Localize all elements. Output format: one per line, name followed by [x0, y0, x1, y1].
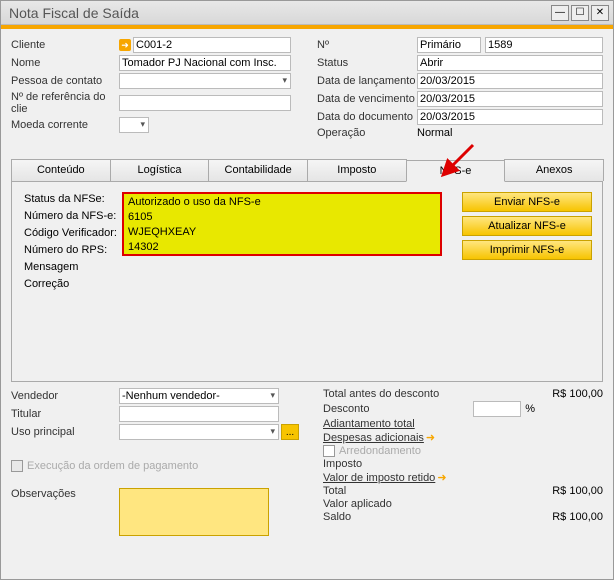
exec-label: Execução da ordem de pagamento	[27, 460, 198, 472]
lanc-field[interactable]: 20/03/2015	[417, 73, 603, 89]
refcli-field[interactable]	[119, 95, 291, 111]
contato-field[interactable]	[119, 73, 291, 89]
contato-label: Pessoa de contato	[11, 75, 119, 87]
titular-label: Titular	[11, 408, 119, 420]
num-type-field[interactable]: Primário	[417, 37, 481, 53]
tab-anexos[interactable]: Anexos	[504, 159, 604, 181]
nfse-panel: Status da NFSe: Número da NFS-e: Código …	[11, 182, 603, 382]
nfse-correcao-label: Correção	[22, 277, 122, 294]
desconto-label: Desconto	[323, 403, 469, 415]
tab-nfse[interactable]: NFS-e	[406, 160, 506, 182]
uso-ellipsis-button[interactable]: ...	[281, 424, 299, 440]
nfse-status-value: Autorizado o uso da NFS-e	[124, 194, 440, 209]
titlebar: Nota Fiscal de Saída — ☐ ✕	[1, 1, 613, 25]
venc-label: Data de vencimento	[317, 93, 417, 105]
arred-label: Arredondamento	[339, 445, 421, 457]
tab-contabilidade[interactable]: Contabilidade	[208, 159, 308, 181]
adiantamento-link[interactable]: Adiantamento total	[323, 418, 535, 430]
titular-field[interactable]	[119, 406, 279, 422]
lanc-label: Data de lançamento	[317, 75, 417, 87]
total-antes-label: Total antes do desconto	[323, 388, 535, 400]
nfse-labels: Status da NFSe: Número da NFS-e: Código …	[22, 192, 122, 294]
arrow-icon: ➜	[437, 471, 446, 484]
vendedor-field[interactable]: -Nenhum vendedor-	[119, 388, 279, 404]
pct-label: %	[525, 403, 535, 415]
vendedor-label: Vendedor	[11, 390, 119, 402]
imprimir-nfse-button[interactable]: Imprimir NFS-e	[462, 240, 592, 260]
tab-logistica[interactable]: Logística	[110, 159, 210, 181]
link-icon[interactable]: ➜	[119, 39, 131, 51]
num-label: Nº	[317, 39, 417, 51]
window: Nota Fiscal de Saída — ☐ ✕ Cliente➜C001-…	[0, 0, 614, 580]
num-field[interactable]: 1589	[485, 37, 603, 53]
cliente-field[interactable]: C001-2	[133, 37, 291, 53]
doc-field[interactable]: 20/03/2015	[417, 109, 603, 125]
venc-field[interactable]: 20/03/2015	[417, 91, 603, 107]
nfse-codver-label: Código Verificador:	[22, 226, 122, 243]
maximize-button[interactable]: ☐	[571, 5, 589, 21]
oper-value: Normal	[417, 127, 452, 139]
despesas-link[interactable]: Despesas adicionais➜	[323, 431, 535, 444]
total-label: Total	[323, 485, 535, 497]
atualizar-nfse-button[interactable]: Atualizar NFS-e	[462, 216, 592, 236]
arred-checkbox[interactable]	[323, 445, 335, 457]
close-button[interactable]: ✕	[591, 5, 609, 21]
cliente-label: Cliente	[11, 39, 119, 51]
moeda-label: Moeda corrente	[11, 119, 119, 131]
exec-checkbox	[11, 460, 23, 472]
window-title: Nota Fiscal de Saída	[5, 5, 549, 21]
nome-label: Nome	[11, 57, 119, 69]
saldo-value: R$ 100,00	[535, 511, 603, 523]
desconto-field[interactable]	[473, 401, 521, 417]
doc-label: Data do documento	[317, 111, 417, 123]
uso-label: Uso principal	[11, 426, 119, 438]
arrow-icon: ➜	[426, 431, 435, 444]
tab-conteudo[interactable]: Conteúdo	[11, 159, 111, 181]
aplicado-label: Valor aplicado	[323, 498, 535, 510]
moeda-field[interactable]	[119, 117, 149, 133]
obs-label: Observações	[11, 488, 119, 500]
header-right: NºPrimário1589 StatusAbrir Data de lança…	[317, 37, 603, 141]
uso-field[interactable]	[119, 424, 279, 440]
nfse-numero-label: Número da NFS-e:	[22, 209, 122, 226]
nfse-highlight-box: Autorizado o uso da NFS-e 6105 WJEQHXEAY…	[122, 192, 442, 256]
oper-label: Operação	[317, 127, 417, 139]
nome-field[interactable]: Tomador PJ Nacional com Insc.	[119, 55, 291, 71]
nfse-status-label: Status da NFSe:	[22, 192, 122, 209]
status-label: Status	[317, 57, 417, 69]
tab-imposto[interactable]: Imposto	[307, 159, 407, 181]
nfse-rps-value: 14302	[124, 239, 440, 254]
nfse-numero-value: 6105	[124, 209, 440, 224]
tabs: Conteúdo Logística Contabilidade Imposto…	[11, 159, 603, 182]
refcli-label: Nº de referência do clie	[11, 91, 119, 115]
enviar-nfse-button[interactable]: Enviar NFS-e	[462, 192, 592, 212]
status-field: Abrir	[417, 55, 603, 71]
header-left: Cliente➜C001-2 NomeTomador PJ Nacional c…	[11, 37, 297, 141]
total-antes-value: R$ 100,00	[535, 388, 603, 400]
imposto-label: Imposto	[323, 458, 535, 470]
minimize-button[interactable]: —	[551, 5, 569, 21]
retido-link[interactable]: Valor de imposto retido➜	[323, 471, 535, 484]
saldo-label: Saldo	[323, 511, 535, 523]
obs-textarea[interactable]	[119, 488, 269, 536]
nfse-mensagem-label: Mensagem	[22, 260, 122, 277]
total-value: R$ 100,00	[535, 485, 603, 497]
nfse-codver-value: WJEQHXEAY	[124, 224, 440, 239]
nfse-rps-label: Número do RPS:	[22, 243, 122, 260]
